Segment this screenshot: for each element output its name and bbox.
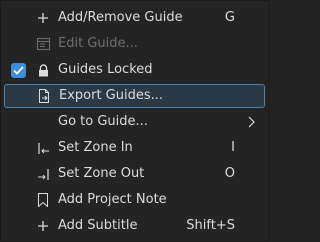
menu-item-label: Add Project Note bbox=[58, 192, 167, 207]
plus-icon bbox=[36, 11, 50, 25]
menu-item-add-remove-guide[interactable]: Add/Remove Guide G bbox=[1, 5, 268, 31]
menu-item-label: Go to Guide... bbox=[58, 114, 148, 129]
menu-item-add-subtitle[interactable]: Add Subtitle Shift+S bbox=[1, 213, 268, 239]
menu-item-export-guides[interactable]: Export Guides... bbox=[4, 84, 265, 108]
menu-item-add-project-note[interactable]: Add Project Note bbox=[1, 187, 268, 213]
menu-item-go-to-guide[interactable]: Go to Guide... bbox=[1, 109, 268, 135]
chevron-right-icon bbox=[247, 116, 255, 128]
menu-item-shortcut: G bbox=[224, 10, 235, 25]
menu-item-label: Guides Locked bbox=[58, 62, 153, 77]
menu-item-guides-locked[interactable]: Guides Locked bbox=[1, 57, 268, 83]
menu-item-shortcut: Shift+S bbox=[186, 218, 235, 233]
edit-guide-icon bbox=[36, 37, 50, 51]
menu-item-label: Export Guides... bbox=[59, 88, 164, 103]
lock-icon bbox=[36, 63, 50, 77]
zone-in-icon bbox=[36, 141, 50, 155]
menu-item-shortcut: O bbox=[224, 166, 235, 181]
menu-item-label: Add Subtitle bbox=[58, 218, 138, 233]
menu-item-set-zone-out[interactable]: Set Zone Out O bbox=[1, 161, 268, 187]
menu-item-set-zone-in[interactable]: Set Zone In I bbox=[1, 135, 268, 161]
checkbox-checked-icon[interactable] bbox=[11, 62, 26, 78]
menu-item-label: Set Zone Out bbox=[58, 166, 145, 181]
menu-item-label: Add/Remove Guide bbox=[58, 10, 183, 25]
menu-item-label: Edit Guide... bbox=[58, 36, 138, 51]
plus-icon bbox=[36, 219, 50, 233]
menu-item-shortcut: I bbox=[231, 140, 235, 155]
menu-item-edit-guide[interactable]: Edit Guide... bbox=[1, 31, 268, 57]
menu-item-label: Set Zone In bbox=[58, 140, 133, 155]
guides-context-menu: Add/Remove Guide G Edit Guide... Guides … bbox=[0, 0, 269, 242]
project-note-icon bbox=[36, 193, 50, 207]
zone-out-icon bbox=[36, 167, 50, 181]
export-icon bbox=[37, 89, 51, 103]
